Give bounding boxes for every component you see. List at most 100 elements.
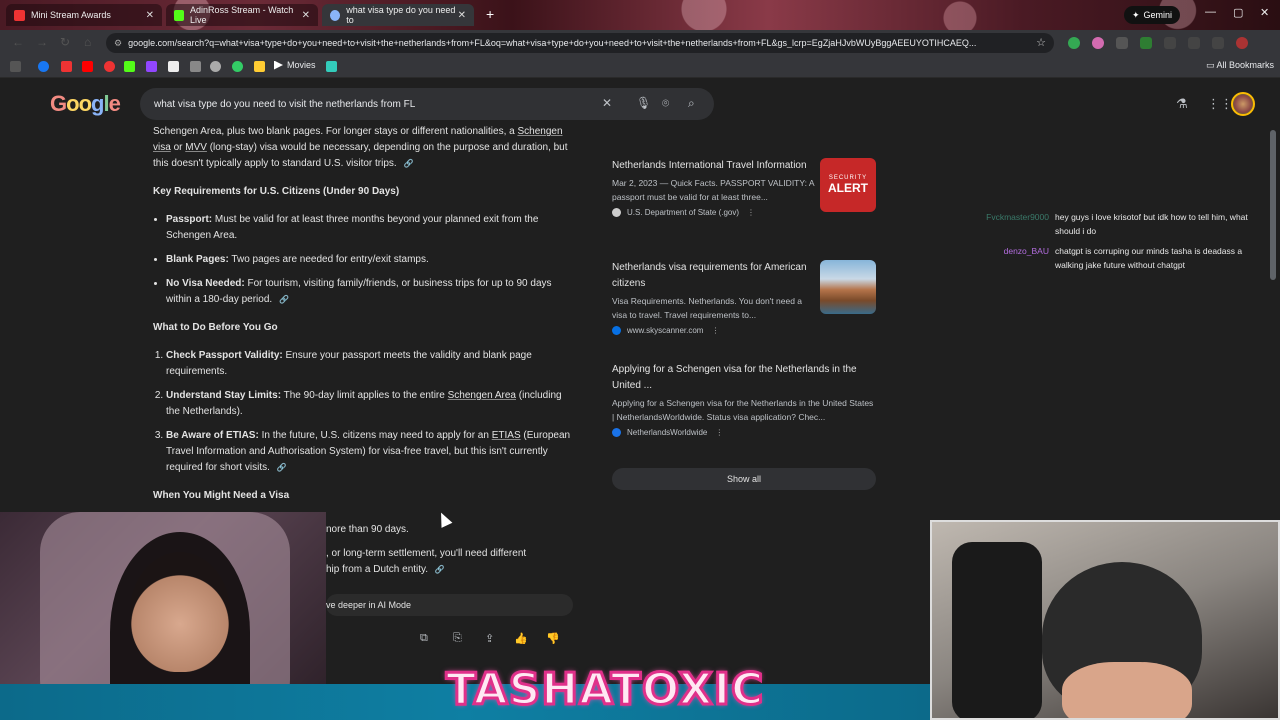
x-icon[interactable] (168, 61, 179, 72)
twitch-icon[interactable] (146, 61, 157, 72)
bookmark-label: Movies (287, 60, 316, 70)
shield-icon[interactable] (1140, 37, 1152, 49)
more-options-icon[interactable]: ⋮ (715, 428, 723, 437)
partial-text: , or long-term settlement, you'll need d… (326, 548, 527, 559)
copy-icon[interactable]: ⧉ (420, 632, 428, 645)
etias-link[interactable]: ETIAS (492, 430, 521, 441)
export-icon[interactable]: ⎘ (453, 632, 462, 645)
search-input[interactable]: what visa type do you need to visit the … (140, 88, 714, 120)
extension-icon[interactable] (1092, 37, 1104, 49)
folder-icon: ▭ (1206, 60, 1217, 70)
microphone-icon[interactable]: 🎙 (636, 96, 651, 110)
thumbs-down-icon[interactable]: 👎 (546, 632, 560, 645)
item-label: Blank Pages: (166, 254, 229, 265)
google-icon (330, 9, 341, 21)
extension-icon[interactable] (1164, 37, 1176, 49)
window-close-icon[interactable]: ✕ (1260, 6, 1269, 19)
result-title[interactable]: Applying for a Schengen visa for the Net… (612, 362, 877, 394)
home-icon[interactable]: ⌂ (84, 35, 91, 49)
section-heading: What to Do Before You Go (153, 322, 278, 333)
chat-message: Fvckmaster9000 hey guys i love krisotof … (960, 210, 1270, 238)
bookmark-icon[interactable] (326, 61, 337, 72)
kick-icon (174, 9, 185, 21)
dive-deeper-label: ve deeper in AI Mode (326, 600, 412, 610)
bookmark-icon[interactable] (104, 61, 115, 72)
puzzle-icon[interactable] (1188, 37, 1200, 49)
more-options-icon[interactable]: ⋮ (711, 326, 719, 335)
back-icon[interactable]: ← (12, 35, 24, 49)
bookmark-star-icon[interactable]: ☆ (1036, 36, 1046, 49)
minimize-icon[interactable]: — (1205, 6, 1216, 18)
clear-icon[interactable]: ✕ (602, 96, 612, 110)
bookmark-icon[interactable] (232, 61, 243, 72)
all-bookmarks-button[interactable]: ▭ All Bookmarks (1206, 60, 1274, 71)
source-results: Netherlands International Travel Informa… (600, 150, 886, 456)
list-item: No Visa Needed: For tourism, visiting fa… (166, 276, 573, 308)
thumbs-up-icon[interactable]: 👍 (514, 632, 528, 645)
forward-icon[interactable]: → (36, 35, 48, 49)
account-avatar[interactable] (1231, 92, 1255, 116)
show-all-label: Show all (726, 474, 762, 484)
show-all-button[interactable]: Show all (612, 468, 876, 490)
result-title[interactable]: Netherlands visa requirements for Americ… (612, 260, 812, 292)
share-icon[interactable]: ⇪ (485, 632, 494, 645)
gemini-button[interactable]: ✦ Gemini (1124, 6, 1181, 24)
kick-icon[interactable] (124, 61, 135, 72)
close-icon[interactable]: ✕ (458, 10, 466, 21)
dive-deeper-ai-mode-button[interactable]: ve deeper in AI Mode (326, 594, 573, 616)
facebook-icon[interactable] (38, 61, 49, 72)
item-label: Be Aware of ETIAS: (166, 430, 259, 441)
maximize-icon[interactable]: ▢ (1233, 6, 1243, 19)
intro-text: Schengen Area, plus two blank pages. For… (153, 126, 515, 137)
result-card[interactable]: Applying for a Schengen visa for the Net… (600, 354, 886, 456)
profile-icon[interactable] (1236, 37, 1248, 49)
source-name: www.skyscanner.com (627, 326, 704, 335)
chat-text: chatgpt is corruping our minds tasha is … (1055, 246, 1243, 270)
close-icon[interactable]: ✕ (146, 10, 154, 21)
google-header: Google what visa type do you need to vis… (0, 79, 1280, 129)
item-text: Must be valid for at least three months … (166, 214, 539, 241)
camera-icon[interactable]: ⌾ (662, 96, 669, 111)
source-name: U.S. Department of State (.gov) (627, 208, 740, 217)
link-icon[interactable]: 🔗 (403, 156, 413, 172)
chat-username: Fvckmaster9000 (986, 212, 1049, 222)
schengen-area-link[interactable]: Schengen Area (448, 390, 516, 401)
site-info-icon[interactable]: ⚙ (114, 38, 122, 49)
link-icon[interactable]: 🔗 (435, 562, 445, 578)
labs-flask-icon[interactable]: ⚗ (1176, 96, 1188, 112)
apps-icon[interactable] (10, 61, 21, 72)
tab-google-search[interactable]: what visa type do you need to ✕ (322, 4, 474, 26)
extension-icon[interactable] (1212, 37, 1224, 49)
link-icon[interactable]: 🔗 (279, 292, 289, 308)
gemini-label: Gemini (1143, 10, 1173, 20)
new-tab-button[interactable]: + (486, 6, 494, 22)
extension-icon[interactable] (1116, 37, 1128, 49)
bookmark-icon[interactable] (254, 61, 265, 72)
extension-icon[interactable] (1068, 37, 1080, 49)
link-icon[interactable]: 🔗 (277, 460, 287, 476)
todo-list: Check Passport Validity: Ensure your pas… (153, 348, 573, 476)
result-card[interactable]: Netherlands visa requirements for Americ… (600, 252, 886, 354)
tab-mini-stream-awards[interactable]: Mini Stream Awards ✕ (6, 4, 162, 26)
stream-chat: Fvckmaster9000 hey guys i love krisotof … (960, 210, 1270, 278)
search-icon[interactable]: ⌕ (688, 96, 695, 111)
youtube-icon[interactable] (82, 61, 93, 72)
mvv-link[interactable]: MVV (185, 142, 207, 153)
result-card[interactable]: Netherlands International Travel Informa… (600, 150, 886, 252)
bookmark-movies[interactable]: Movies (274, 60, 316, 70)
bookmark-icon[interactable] (61, 61, 72, 72)
amsterdam-thumbnail[interactable] (820, 260, 876, 314)
bookmark-icon[interactable] (210, 61, 221, 72)
more-options-icon[interactable]: ⋮ (747, 208, 755, 217)
ai-intro: Schengen Area, plus two blank pages. For… (153, 124, 573, 172)
google-logo[interactable]: Google (50, 91, 121, 117)
tab-adinross-stream[interactable]: AdinRoss Stream - Watch Live ✕ (166, 4, 318, 26)
result-title[interactable]: Netherlands International Travel Informa… (612, 158, 812, 174)
webcam-guest (930, 520, 1280, 720)
close-icon[interactable]: ✕ (302, 10, 310, 21)
scrollbar[interactable] (1270, 130, 1276, 280)
reload-icon[interactable]: ↻ (60, 35, 70, 49)
security-alert-thumbnail[interactable]: SECURITY ALERT (820, 158, 876, 212)
bookmark-icon[interactable] (190, 61, 201, 72)
address-bar[interactable]: ⚙ google.com/search?q=what+visa+type+do+… (106, 33, 1054, 53)
